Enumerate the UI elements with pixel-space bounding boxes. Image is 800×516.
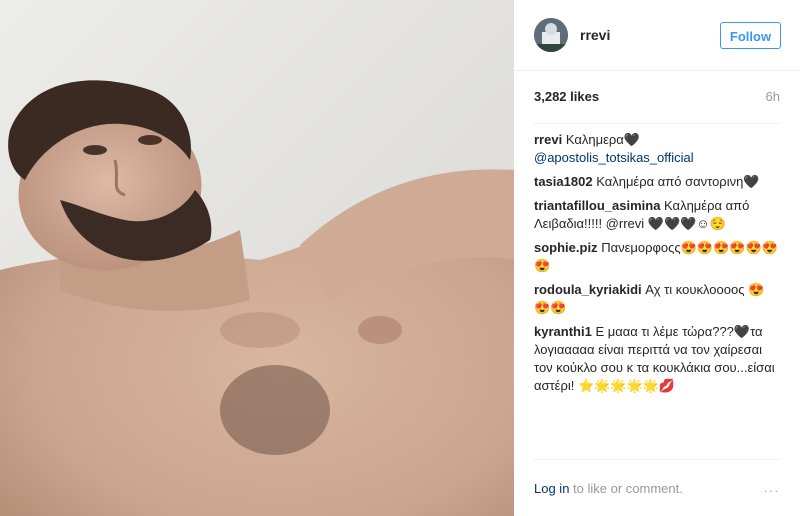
comment-user[interactable]: tasia1802 [534, 174, 593, 189]
comment-user[interactable]: rodoula_kyriakidi [534, 282, 642, 297]
post-footer: Log in to like or comment. ... [534, 459, 780, 516]
photo-image [0, 0, 514, 516]
more-options-icon[interactable]: ... [764, 481, 780, 495]
avatar-image [534, 18, 568, 52]
post-time[interactable]: 6h [766, 89, 780, 104]
comment-user[interactable]: triantafillou_asimina [534, 198, 660, 213]
post-photo[interactable] [0, 0, 514, 516]
login-link[interactable]: Log in [534, 481, 569, 496]
comment-item: kyranthi1 Ε μααα τι λέμε τώρα???🖤τα λογι… [534, 320, 780, 398]
likes-count[interactable]: 3,282 likes [534, 89, 599, 104]
follow-button[interactable]: Follow [720, 22, 781, 49]
comment-text: Καλημέρα από σαντορινη🖤 [596, 174, 760, 189]
comment-item: rodoula_kyriakidi Αχ τι κουκλοοοος 😍😍😍 [534, 278, 780, 320]
comment-user[interactable]: kyranthi1 [534, 324, 592, 339]
comment-item: tasia1802 Καλημέρα από σαντορινη🖤 [534, 170, 780, 194]
comment-list: rrevi Καλημερα🖤 @apostolis_totsikas_offi… [514, 124, 800, 398]
login-prompt-text: to like or comment. [569, 481, 683, 496]
comment-user[interactable]: sophie.piz [534, 240, 598, 255]
post-header: rrevi Follow [514, 0, 800, 71]
comment-item: triantafillou_asimina Καλημέρα από Λειβα… [534, 194, 780, 236]
comment-text: Καλημερα🖤 [565, 132, 640, 147]
username[interactable]: rrevi [580, 27, 610, 43]
post-stats: 3,282 likes 6h [534, 71, 780, 124]
instagram-post: rrevi Follow 3,282 likes 6h rrevi Καλημε… [0, 0, 800, 516]
comment-item: sophie.piz Πανεμορφοςς😍😍😍😍😍😍😍 [534, 236, 780, 278]
avatar[interactable] [534, 18, 568, 52]
comment-item: rrevi Καλημερα🖤 @apostolis_totsikas_offi… [534, 131, 780, 170]
mention-link[interactable]: @apostolis_totsikas_official [534, 150, 694, 165]
comment-user[interactable]: rrevi [534, 132, 562, 147]
post-sidebar: rrevi Follow 3,282 likes 6h rrevi Καλημε… [514, 0, 800, 516]
login-prompt: Log in to like or comment. [534, 481, 683, 496]
